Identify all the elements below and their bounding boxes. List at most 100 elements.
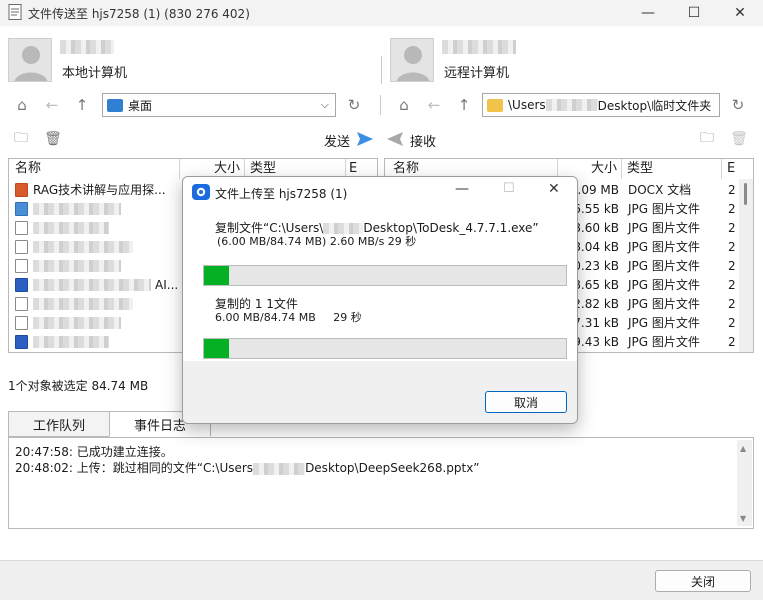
- scrollbar[interactable]: [739, 179, 753, 352]
- selection-status: 1个对象被选定 84.74 MB: [8, 379, 149, 393]
- remote-path-prefix: \Users: [508, 98, 546, 112]
- dialog-close-button[interactable]: ✕: [548, 181, 560, 197]
- window-title: 文件传送至 hjs7258 (1) (830 276 402): [28, 7, 250, 21]
- remote-path-suffix: Desktop\临时文件夹: [597, 98, 712, 113]
- back-icon[interactable]: ←: [42, 95, 62, 115]
- file-name: AI...: [155, 278, 179, 292]
- dialog-maximize-button[interactable]: ☐: [503, 181, 515, 196]
- scrollbar[interactable]: ▲ ▼: [737, 440, 752, 526]
- file-date: 2: [728, 202, 736, 216]
- file-size: 8.65 kB: [573, 278, 619, 292]
- column-header-name[interactable]: 名称: [15, 159, 41, 179]
- redacted-file-name: [33, 203, 121, 215]
- send-arrow-icon[interactable]: [356, 130, 374, 148]
- minimize-button[interactable]: —: [625, 0, 671, 26]
- home-icon[interactable]: ⌂: [12, 95, 32, 115]
- column-divider: [179, 159, 180, 179]
- local-user-redacted: [60, 40, 114, 54]
- word-icon: [15, 335, 28, 349]
- user-icon: [14, 46, 48, 81]
- total-progress-bar: [203, 338, 567, 359]
- folder-icon: [487, 98, 503, 112]
- file-date: 2: [728, 335, 736, 349]
- file-size: 8.60 kB: [573, 221, 619, 235]
- user-icon: [396, 46, 430, 81]
- tab-work-queue[interactable]: 工作队列: [8, 411, 110, 437]
- file-size: 9.43 kB: [573, 335, 619, 349]
- event-log-panel: 20:47:58: 已成功建立连接。 20:48:02: 上传：跳过相同的文件“…: [8, 437, 754, 529]
- file-type: JPG 图片文件: [628, 335, 700, 349]
- file-stats: (6.00 MB/84.74 MB) 2.60 MB/s 29 秒: [217, 235, 417, 248]
- file-type: JPG 图片文件: [628, 278, 700, 292]
- home-icon[interactable]: ⌂: [394, 95, 414, 115]
- file-type: JPG 图片文件: [628, 202, 700, 216]
- dialog-body: 复制文件“C:\Users\ Desktop\ToDesk_4.7.7.1.exe…: [183, 207, 577, 361]
- dialog-minimize-button[interactable]: —: [455, 181, 469, 197]
- file-size: 6.55 kB: [573, 202, 619, 216]
- log-entry: 20:48:02: 上传：跳过相同的文件“C:\Users Desktop\Dee…: [15, 461, 480, 475]
- file-size: 7.31 kB: [573, 316, 619, 330]
- column-header-size[interactable]: 大小: [591, 159, 617, 179]
- file-progress-fill: [204, 266, 229, 285]
- receive-arrow-icon[interactable]: [386, 130, 404, 148]
- cancel-button[interactable]: 取消: [485, 391, 567, 413]
- new-folder-icon[interactable]: 🗀: [698, 130, 716, 148]
- local-path-select[interactable]: 桌面 ⌵: [102, 93, 336, 117]
- total-stats: 6.00 MB/84.74 MB 29 秒: [215, 311, 362, 324]
- file-size: 2.82 kB: [573, 297, 619, 311]
- scrollbar-thumb[interactable]: [744, 183, 747, 205]
- delete-icon[interactable]: 🗑: [44, 130, 62, 148]
- new-folder-icon[interactable]: 🗀: [12, 130, 30, 148]
- receive-label[interactable]: 接收: [410, 131, 436, 150]
- refresh-icon[interactable]: ↻: [344, 95, 364, 115]
- delete-icon[interactable]: 🗑: [730, 130, 748, 148]
- file-type: JPG 图片文件: [628, 297, 700, 311]
- file-date: 2: [728, 297, 736, 311]
- image-icon: [15, 202, 28, 216]
- chevron-down-icon: ⌵: [320, 98, 329, 111]
- redacted-path: [253, 462, 306, 475]
- ppt-icon: [15, 183, 28, 197]
- back-icon[interactable]: ←: [424, 95, 444, 115]
- desktop-folder-icon: [107, 98, 123, 112]
- redacted-file-name: [33, 298, 133, 310]
- maximize-button[interactable]: ☐: [671, 0, 717, 26]
- upload-progress-dialog: 文件上传至 hjs7258 (1) — ☐ ✕ 复制文件“C:\Users\ De…: [182, 176, 578, 424]
- send-label[interactable]: 发送: [324, 131, 350, 150]
- local-avatar: [8, 38, 52, 82]
- redacted-file-name: [33, 336, 109, 348]
- column-divider: [621, 159, 622, 179]
- column-header-type[interactable]: 类型: [627, 159, 653, 179]
- word-icon: [15, 278, 28, 292]
- file-icon: [15, 297, 28, 311]
- app-icon: [8, 4, 22, 20]
- nav-divider: [380, 95, 381, 115]
- file-type: DOCX 文档: [628, 183, 692, 197]
- file-date: 2: [728, 240, 736, 254]
- file-date: 2: [728, 278, 736, 292]
- remote-user-redacted: [442, 40, 516, 54]
- scroll-down-icon[interactable]: ▼: [740, 514, 746, 523]
- scroll-up-icon[interactable]: ▲: [740, 444, 746, 453]
- redacted-file-name: [33, 279, 151, 291]
- refresh-icon[interactable]: ↻: [728, 95, 748, 115]
- up-icon[interactable]: ↑: [454, 95, 474, 115]
- title-bar: 文件传送至 hjs7258 (1) (830 276 402) — ☐ ✕: [0, 0, 763, 26]
- file-size: 8.04 kB: [573, 240, 619, 254]
- close-window-button[interactable]: ✕: [717, 0, 763, 26]
- file-size: 0.23 kB: [573, 259, 619, 273]
- remote-path-select[interactable]: \Users Desktop\临时文件夹: [482, 93, 720, 117]
- close-button[interactable]: 关闭: [655, 570, 751, 592]
- local-path-text: 桌面: [128, 98, 153, 113]
- file-type: JPG 图片文件: [628, 316, 700, 330]
- redacted-file-name: [33, 222, 109, 234]
- file-icon: [15, 259, 28, 273]
- column-header-extra[interactable]: E: [727, 159, 735, 179]
- file-type: JPG 图片文件: [628, 221, 700, 235]
- file-date: 2: [728, 316, 736, 330]
- up-icon[interactable]: ↑: [72, 95, 92, 115]
- redacted-path: [545, 99, 598, 111]
- local-computer-label: 本地计算机: [62, 66, 128, 81]
- todesk-icon: [192, 184, 210, 200]
- file-progress-bar: [203, 265, 567, 286]
